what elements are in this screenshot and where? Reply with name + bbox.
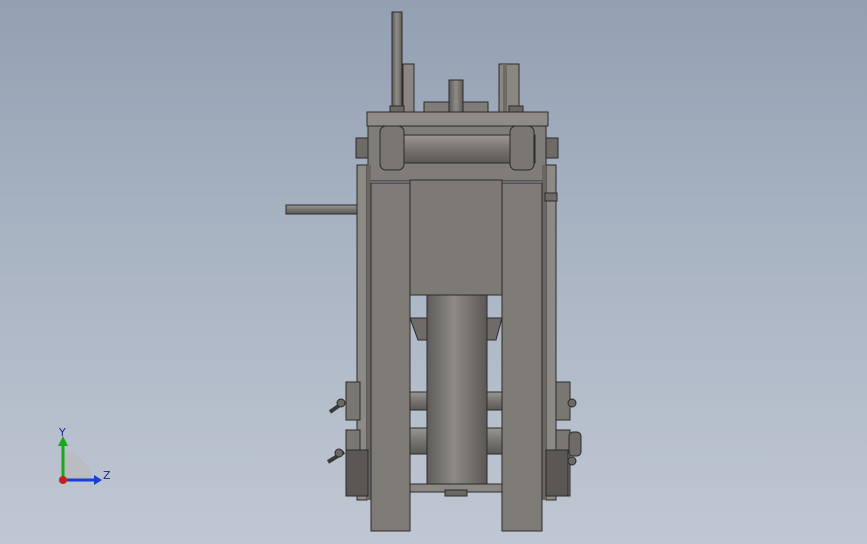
upper-right-clamp: [509, 125, 535, 171]
lower-rod-2-right: [486, 427, 503, 455]
coordinate-triad: Y Z: [58, 426, 111, 485]
lower-rod-2-left: [409, 427, 428, 455]
side-handle-rod: [285, 204, 358, 215]
triad-plane: [63, 452, 91, 480]
upper-right-bolt: [545, 137, 559, 159]
left-base-foot: [345, 449, 369, 497]
top-center-stud: [448, 79, 464, 115]
upper-left-clamp: [379, 125, 405, 171]
central-body: [409, 179, 503, 296]
left-front-plate: [370, 182, 411, 532]
upper-frame-plate: [366, 111, 549, 127]
assembly: [285, 11, 582, 532]
left-lower-block-1: [345, 381, 361, 421]
z-axis-label: Z: [103, 469, 111, 482]
right-lower-block-1: [555, 381, 571, 421]
lower-rod-1-right: [486, 391, 503, 411]
model-graphics[interactable]: Y Z: [0, 0, 867, 544]
top-vertical-rod: [391, 11, 403, 113]
right-base-foot: [545, 449, 569, 497]
y-axis-label: Y: [58, 426, 66, 439]
lower-rod-1-left: [409, 391, 428, 411]
right-top-post: [498, 63, 520, 113]
upper-left-bolt: [355, 137, 369, 159]
bottom-nut: [444, 489, 468, 497]
right-front-plate: [501, 182, 543, 532]
triad-origin: [59, 476, 67, 484]
left-top-post: [402, 63, 415, 113]
hydraulic-cylinder: [426, 294, 488, 486]
cad-viewport[interactable]: Y Z: [0, 0, 867, 544]
